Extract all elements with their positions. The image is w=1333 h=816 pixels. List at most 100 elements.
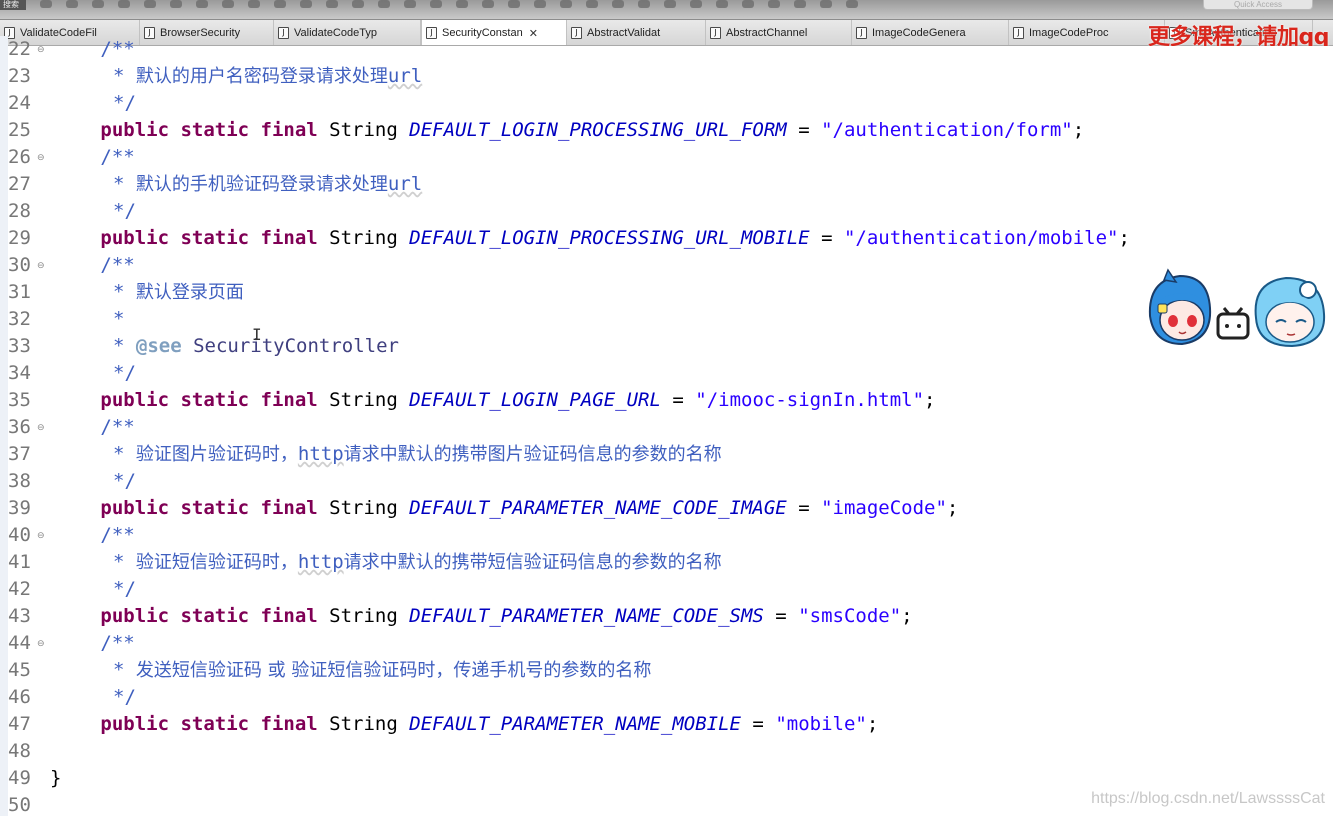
line-number: 24 <box>8 92 31 114</box>
code-line: 45 * 发送短信验证码 或 验证短信验证码时，传递手机号的参数的名称 <box>0 657 1333 684</box>
toolbar-tool-icon[interactable] <box>248 0 260 8</box>
code-token: = <box>809 227 844 249</box>
code-line: 30 ⊖/** <box>0 252 1333 279</box>
quick-access-input[interactable]: Quick Access <box>1203 0 1313 10</box>
code-token: public static final <box>100 227 330 249</box>
toolbar-tool-icon[interactable] <box>482 0 494 8</box>
code-text: public static final String DEFAULT_PARAM… <box>100 603 912 630</box>
toolbar-tool-icon[interactable] <box>92 0 104 8</box>
toolbar-tool-icon[interactable] <box>638 0 650 8</box>
toolbar-icons <box>40 0 858 10</box>
code-line: 25 public static final String DEFAULT_LOG… <box>0 117 1333 144</box>
toolbar-tool-icon[interactable] <box>664 0 676 8</box>
code-token: DEFAULT_PARAMETER_NAME_CODE_SMS <box>409 605 764 627</box>
code-line: 43 public static final String DEFAULT_PAR… <box>0 603 1333 630</box>
mascot-left-head <box>1148 268 1212 346</box>
line-number: 25 <box>8 119 31 141</box>
code-text: */ <box>113 468 136 495</box>
code-token: */ <box>113 470 136 492</box>
code-token: @see <box>135 335 182 357</box>
toolbar-tool-icon[interactable] <box>404 0 416 8</box>
toolbar-tool-icon[interactable] <box>508 0 520 8</box>
toolbar-tool-icon[interactable] <box>378 0 390 8</box>
code-token: /** <box>100 38 135 60</box>
editor-ruler <box>0 117 8 144</box>
editor-ruler <box>0 144 8 171</box>
editor-ruler <box>0 765 8 792</box>
code-token: 默认登录页面 <box>135 282 244 303</box>
code-text: public static final String DEFAULT_LOGIN… <box>100 387 935 414</box>
code-token: * <box>113 173 136 195</box>
fold-toggle-icon[interactable]: ⊖ <box>37 261 45 271</box>
editor-ruler <box>0 225 8 252</box>
code-token: String <box>329 497 410 519</box>
code-token: ; <box>866 713 879 735</box>
editor-ruler <box>0 360 8 387</box>
fold-toggle-icon[interactable]: ⊖ <box>37 153 45 163</box>
code-text: */ <box>113 360 136 387</box>
toolbar-tool-icon[interactable] <box>170 0 182 8</box>
toolbar-tool-icon[interactable] <box>430 0 442 8</box>
toolbar-tool-icon[interactable] <box>742 0 754 8</box>
line-number: 27 <box>8 173 31 195</box>
toolbar-tool-icon[interactable] <box>222 0 234 8</box>
toolbar-tool-icon[interactable] <box>66 0 78 8</box>
code-line: 36 ⊖/** <box>0 414 1333 441</box>
toolbar-tool-icon[interactable] <box>300 0 312 8</box>
code-token: * <box>113 443 136 465</box>
code-text: public static final String DEFAULT_PARAM… <box>100 711 878 738</box>
editor-ruler <box>0 90 8 117</box>
toolbar-tool-icon[interactable] <box>716 0 728 8</box>
mascot-right-head <box>1254 276 1326 348</box>
toolbar-tool-icon[interactable] <box>326 0 338 8</box>
editor-ruler <box>0 630 8 657</box>
code-token: SecurityController <box>181 335 399 357</box>
toolbar-tool-icon[interactable] <box>118 0 130 8</box>
fold-toggle-icon[interactable]: ⊖ <box>37 45 45 55</box>
code-token: "mobile" <box>775 713 867 735</box>
code-text: * <box>113 306 124 333</box>
code-line: 22 ⊖/** <box>0 36 1333 63</box>
code-line: 33 * @see SecurityController <box>0 333 1333 360</box>
fold-toggle-icon[interactable]: ⊖ <box>37 639 45 649</box>
toolbar-search-button[interactable]: 搜索 <box>0 0 26 10</box>
code-text: public static final String DEFAULT_PARAM… <box>100 495 958 522</box>
toolbar-tool-icon[interactable] <box>456 0 468 8</box>
toolbar-tool-icon[interactable] <box>612 0 624 8</box>
code-token: /** <box>100 524 135 546</box>
toolbar-tool-icon[interactable] <box>196 0 208 8</box>
toolbar-tool-icon[interactable] <box>820 0 832 8</box>
code-line: 28 */ <box>0 198 1333 225</box>
toolbar-tool-icon[interactable] <box>274 0 286 8</box>
code-token: */ <box>113 92 136 114</box>
toolbar-tool-icon[interactable] <box>846 0 858 8</box>
code-editor[interactable]: 22 ⊖/** 23 * 默认的用户名密码登录请求处理url 24 */25 public … <box>0 36 1333 816</box>
toolbar-tool-icon[interactable] <box>352 0 364 8</box>
code-text: /** <box>100 36 134 63</box>
code-token: /** <box>100 146 135 168</box>
toolbar-tool-icon[interactable] <box>560 0 572 8</box>
code-line: 37 * 验证图片验证码时，http请求中默认的携带图片验证码信息的参数的名称 <box>0 441 1333 468</box>
code-token: * <box>113 335 136 357</box>
code-token: "imageCode" <box>821 497 947 519</box>
line-number: 31 <box>8 281 31 303</box>
code-line: 47 public static final String DEFAULT_PAR… <box>0 711 1333 738</box>
toolbar-tool-icon[interactable] <box>690 0 702 8</box>
code-text: */ <box>113 198 136 225</box>
toolbar-tool-icon[interactable] <box>144 0 156 8</box>
code-token: /** <box>100 254 135 276</box>
toolbar-tool-icon[interactable] <box>534 0 546 8</box>
editor-ruler <box>0 279 8 306</box>
code-token: DEFAULT_LOGIN_PAGE_URL <box>409 389 661 411</box>
editor-ruler <box>0 252 8 279</box>
fold-toggle-icon[interactable]: ⊖ <box>37 531 45 541</box>
toolbar-tool-icon[interactable] <box>40 0 52 8</box>
fold-toggle-icon[interactable]: ⊖ <box>37 423 45 433</box>
toolbar-tool-icon[interactable] <box>768 0 780 8</box>
editor-ruler <box>0 414 8 441</box>
code-token: = <box>740 713 776 735</box>
toolbar-tool-icon[interactable] <box>586 0 598 8</box>
code-line: 40 ⊖/** <box>0 522 1333 549</box>
toolbar-tool-icon[interactable] <box>794 0 806 8</box>
code-text: public static final String DEFAULT_LOGIN… <box>100 117 1084 144</box>
